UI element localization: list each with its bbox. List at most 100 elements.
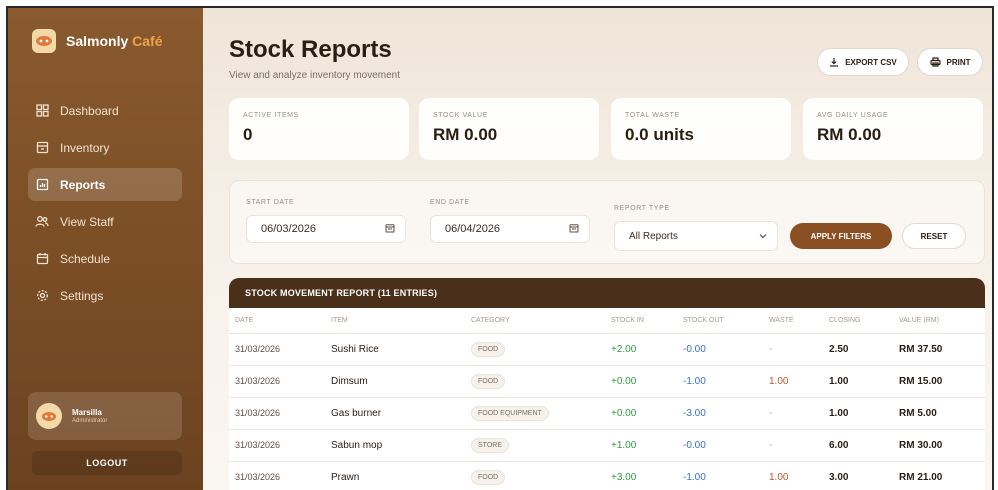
cell-stock-out: -3.00 <box>677 397 763 430</box>
cell-waste: - <box>763 333 823 366</box>
table-header-row: DATE ITEM CATEGORY STOCK IN STOCK OUT WA… <box>229 308 985 334</box>
category-badge: FOOD <box>471 341 506 357</box>
calendar-icon[interactable] <box>385 223 395 236</box>
apply-filters-button[interactable]: APPLY FILTERS <box>790 223 892 249</box>
cell-date: 31/03/2026 <box>229 365 325 398</box>
cell-stock-in: +1.00 <box>605 429 677 462</box>
chevron-down-icon <box>759 231 767 242</box>
filter-panel: START DATE 06/03/2026 END DATE 06/04/202… <box>229 180 985 264</box>
calendar-icon <box>34 251 50 267</box>
stat-card-avg-daily-usage: AVG DAILY USAGE RM 0.00 <box>803 98 983 160</box>
cell-closing: 1.00 <box>823 397 893 430</box>
column-header[interactable]: CATEGORY <box>465 308 605 334</box>
stat-label: AVG DAILY USAGE <box>817 112 889 119</box>
cell-stock-in: +0.00 <box>605 365 677 398</box>
cell-item: Prawn <box>325 461 465 490</box>
start-date-label: START DATE <box>246 199 295 206</box>
table-title: STOCK MOVEMENT REPORT (11 ENTRIES) <box>229 278 985 308</box>
column-header[interactable]: CLOSING <box>823 308 893 334</box>
cell-stock-out: -1.00 <box>677 365 763 398</box>
avatar <box>36 403 62 429</box>
cell-date: 31/03/2026 <box>229 333 325 366</box>
sidebar-item-inventory[interactable]: Inventory <box>28 131 182 164</box>
cell-waste: - <box>763 397 823 430</box>
sidebar-item-view-staff[interactable]: View Staff <box>28 205 182 238</box>
user-info: Marsilla Administrator <box>72 408 107 424</box>
sidebar-item-reports[interactable]: Reports <box>28 168 182 201</box>
cell-value: RM 5.00 <box>893 397 985 430</box>
cell-waste: 1.00 <box>763 365 823 398</box>
cell-item: Dimsum <box>325 365 465 398</box>
user-name: Marsilla <box>72 408 102 417</box>
stat-value: 0 <box>243 125 253 144</box>
end-date-input[interactable]: 06/04/2026 <box>430 215 590 243</box>
table-row[interactable]: 31/03/2026 Gas burner FOOD EQUIPMENT +0.… <box>229 397 985 430</box>
table-row[interactable]: 31/03/2026 Prawn FOOD +3.00 -1.00 1.00 3… <box>229 461 985 490</box>
column-header[interactable]: ITEM <box>325 308 465 334</box>
page-title: Stock Reports <box>229 36 392 63</box>
column-header[interactable]: VALUE (RM) <box>893 308 985 334</box>
reports-icon <box>34 177 50 193</box>
cell-stock-in: +3.00 <box>605 461 677 490</box>
brand[interactable]: Salmonly Café <box>32 29 163 53</box>
stat-value: RM 0.00 <box>433 125 498 144</box>
print-button[interactable]: PRINT <box>917 48 983 76</box>
sidebar-item-label: Inventory <box>60 140 110 155</box>
table-row[interactable]: 31/03/2026 Dimsum FOOD +0.00 -1.00 1.00 … <box>229 365 985 398</box>
cell-value: RM 30.00 <box>893 429 985 462</box>
cell-stock-in: +2.00 <box>605 333 677 366</box>
start-date-input[interactable]: 06/03/2026 <box>246 215 406 243</box>
download-icon <box>829 57 839 67</box>
end-date-value: 06/04/2026 <box>445 223 501 235</box>
column-header[interactable]: STOCK OUT <box>677 308 763 334</box>
sidebar-nav: Dashboard Inventory Reports View Staff S… <box>28 94 182 316</box>
cell-category: FOOD <box>465 333 605 366</box>
stat-label: TOTAL WASTE <box>625 112 680 119</box>
cell-stock-out: -0.00 <box>677 333 763 366</box>
stat-value: RM 0.00 <box>817 125 882 144</box>
cell-waste: 1.00 <box>763 461 823 490</box>
report-table: DATE ITEM CATEGORY STOCK IN STOCK OUT WA… <box>229 308 985 490</box>
cell-date: 31/03/2026 <box>229 429 325 462</box>
inventory-icon <box>34 140 50 156</box>
sidebar-item-label: View Staff <box>60 214 114 229</box>
sidebar-item-label: Reports <box>60 177 106 192</box>
sidebar-item-settings[interactable]: Settings <box>28 279 182 312</box>
cell-stock-in: +0.00 <box>605 397 677 430</box>
stock-movement-table: STOCK MOVEMENT REPORT (11 ENTRIES) DATE … <box>229 278 985 490</box>
sidebar: Salmonly Café Dashboard Inventory Report… <box>8 8 203 490</box>
stat-card-stock-value: STOCK VALUE RM 0.00 <box>419 98 599 160</box>
reset-button[interactable]: RESET <box>902 223 966 249</box>
category-badge: FOOD <box>471 469 506 485</box>
column-header[interactable]: WASTE <box>763 308 823 334</box>
cell-item: Gas burner <box>325 397 465 430</box>
cell-value: RM 37.50 <box>893 333 985 366</box>
column-header[interactable]: DATE <box>229 308 325 334</box>
cell-stock-out: -1.00 <box>677 461 763 490</box>
export-csv-button[interactable]: EXPORT CSV <box>817 48 909 76</box>
staff-icon <box>34 214 50 230</box>
table-row[interactable]: 31/03/2026 Sabun mop STORE +1.00 -0.00 -… <box>229 429 985 462</box>
user-card[interactable]: Marsilla Administrator <box>28 392 182 440</box>
table-row[interactable]: 31/03/2026 Sushi Rice FOOD +2.00 -0.00 -… <box>229 333 985 366</box>
main-content: Stock Reports View and analyze inventory… <box>203 8 992 490</box>
logout-button[interactable]: LOGOUT <box>32 451 182 475</box>
report-type-select[interactable]: All Reports <box>614 221 778 251</box>
cell-date: 31/03/2026 <box>229 461 325 490</box>
sidebar-item-schedule[interactable]: Schedule <box>28 242 182 275</box>
end-date-label: END DATE <box>430 199 470 206</box>
column-header[interactable]: STOCK IN <box>605 308 677 334</box>
sidebar-item-label: Schedule <box>60 251 111 266</box>
sidebar-item-label: Dashboard <box>60 103 119 118</box>
calendar-icon[interactable] <box>569 223 579 236</box>
dashboard-icon <box>34 103 50 119</box>
cell-value: RM 15.00 <box>893 365 985 398</box>
stat-label: STOCK VALUE <box>433 112 488 119</box>
sidebar-item-dashboard[interactable]: Dashboard <box>28 94 182 127</box>
start-date-value: 06/03/2026 <box>261 223 317 235</box>
cell-category: FOOD <box>465 461 605 490</box>
cell-value: RM 21.00 <box>893 461 985 490</box>
page-subtitle: View and analyze inventory movement <box>229 70 401 81</box>
category-badge: FOOD <box>471 373 506 389</box>
cell-closing: 1.00 <box>823 365 893 398</box>
